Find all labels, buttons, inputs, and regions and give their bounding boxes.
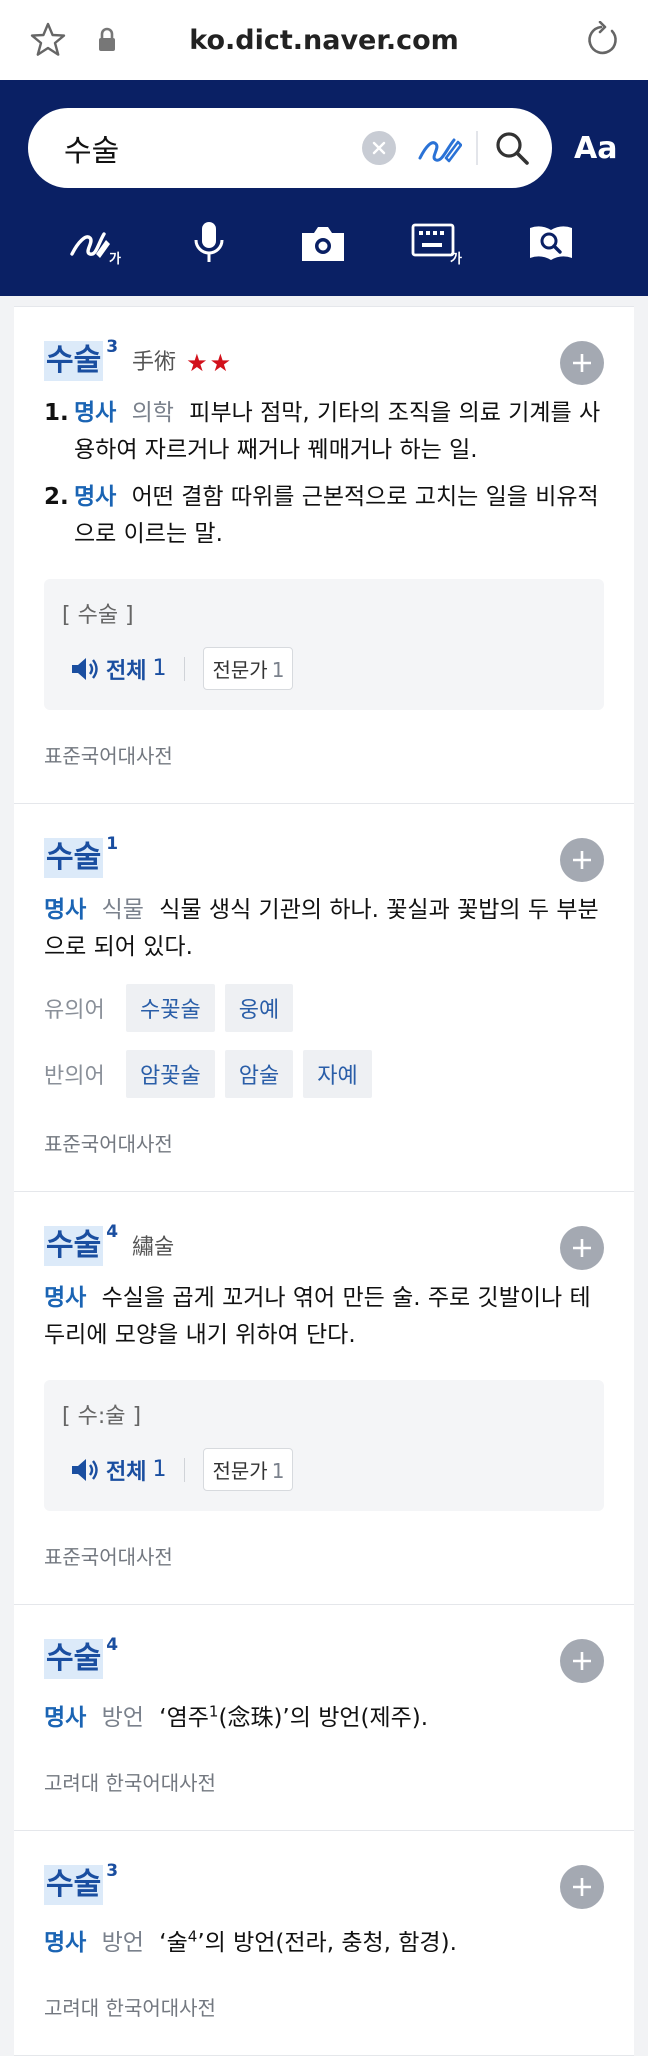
field-label: 식물	[101, 897, 144, 923]
lock-icon	[99, 27, 115, 51]
audio-all-button[interactable]: 전체	[106, 1454, 146, 1486]
handwriting-input-icon[interactable]	[416, 128, 462, 168]
pronunciation-box: [ 수:술 ] 전체 1 전문가 1	[44, 1380, 604, 1511]
definition: 명사 방언 ‘술4’의 방언(전라, 충청, 함경).	[44, 1919, 604, 1963]
definition: 1. 명사 의학 피부나 점막, 기타의 조직을 의료 기계를 사용하여 자르거…	[44, 400, 601, 463]
part-of-speech: 명사	[44, 897, 87, 923]
dictionary-source[interactable]: 고려대 한국어대사전	[44, 1992, 604, 2021]
camera-icon[interactable]	[296, 220, 350, 266]
dictionary-header: 수술 Aa 가 가	[0, 80, 648, 296]
definition-text: ‘염주1(念珠)’의 방언(제주).	[159, 1702, 429, 1731]
speaker-icon[interactable]	[70, 1457, 100, 1483]
headword[interactable]: 수술	[44, 838, 104, 878]
speaker-icon[interactable]	[70, 656, 100, 682]
search-box[interactable]: 수술	[28, 108, 552, 188]
synonym-chip[interactable]: 수꽃술	[126, 984, 215, 1032]
search-divider	[476, 131, 478, 165]
add-to-wordbook-button[interactable]	[560, 1226, 604, 1270]
entry-list: 수술 3 手術 ★★ 1. 명사 의학 피부나 점막, 기타의 조직을 의료 기…	[0, 306, 648, 2056]
plus-icon	[573, 354, 591, 372]
divider	[184, 656, 186, 681]
pronunciation: [ 수술 ]	[62, 603, 134, 628]
antonym-chip[interactable]: 암술	[224, 1050, 294, 1098]
add-to-wordbook-button[interactable]	[560, 1864, 604, 1909]
synonym-row: 유의어 수꽃술 웅예	[44, 984, 604, 1032]
add-to-wordbook-button[interactable]	[560, 838, 604, 882]
dictionary-entry: 수술 4 繡술 명사 수실을 곱게 꼬거나 엮어 만든 술. 주로 깃발이나 테…	[14, 1192, 634, 1605]
antonym-row: 반의어 암꽃술 암술 자예	[44, 1050, 604, 1098]
audio-all-count: 1	[152, 656, 167, 681]
plus-icon	[573, 1239, 591, 1257]
divider	[184, 1457, 186, 1482]
pronunciation-box: [ 수술 ] 전체 1 전문가 1	[44, 579, 604, 710]
field-label: 의학	[131, 400, 174, 426]
font-size-button[interactable]: Aa	[574, 131, 617, 166]
add-to-wordbook-button[interactable]	[560, 341, 604, 385]
dictionary-entry: 수술 3 手術 ★★ 1. 명사 의학 피부나 점막, 기타의 조직을 의료 기…	[14, 306, 634, 804]
homonym-number: 3	[106, 337, 119, 357]
part-of-speech: 명사	[44, 1285, 87, 1311]
definition-text: 어떤 결함 따위를 근본적으로 고치는 일을 비유적으로 이르는 말.	[74, 484, 599, 547]
expert-audio-button[interactable]: 전문가 1	[203, 647, 294, 690]
definition: 명사 식물 식물 생식 기관의 하나. 꽃실과 꽃밥의 두 부분으로 되어 있다…	[44, 892, 604, 966]
field-label: 방언	[101, 1930, 144, 1957]
expert-audio-button[interactable]: 전문가 1	[203, 1448, 294, 1491]
close-icon	[372, 141, 386, 155]
search-input[interactable]: 수술	[64, 126, 362, 170]
part-of-speech: 명사	[74, 400, 117, 426]
keyboard-icon[interactable]: 가	[410, 220, 464, 266]
definition: 명사 수실을 곱게 꼬거나 엮어 만든 술. 주로 깃발이나 테두리에 모양을 …	[44, 1280, 604, 1354]
antonym-label: 반의어	[44, 1064, 105, 1089]
bookmark-star-icon[interactable]	[28, 20, 68, 60]
dictionary-entry: 수술 1 명사 식물 식물 생식 기관의 하나. 꽃실과 꽃밥의 두 부분으로 …	[14, 804, 634, 1192]
pronunciation: [ 수:술 ]	[62, 1404, 142, 1429]
definition: 명사 방언 ‘염주1(念珠)’의 방언(제주).	[44, 1693, 604, 1737]
part-of-speech: 명사	[44, 1930, 87, 1957]
dictionary-source[interactable]: 표준국어대사전	[44, 740, 604, 769]
plus-icon	[573, 851, 591, 869]
book-search-icon[interactable]	[524, 220, 578, 266]
handwriting-icon[interactable]: 가	[68, 220, 122, 266]
dictionary-source[interactable]: 표준국어대사전	[44, 1128, 604, 1157]
definition: 2. 명사 어떤 결함 따위를 근본적으로 고치는 일을 비유적으로 이르는 말…	[44, 484, 599, 547]
homonym-number: 4	[106, 1222, 119, 1242]
field-label: 방언	[101, 1704, 144, 1731]
headword[interactable]: 수술	[44, 341, 104, 381]
audio-all-count: 1	[152, 1457, 167, 1482]
headword[interactable]: 수술	[44, 1226, 104, 1266]
dictionary-entry: 수술 4 명사 방언 ‘염주1(念珠)’의 방언(제주). 고려대 한국어대사전	[14, 1605, 634, 1831]
homonym-number: 3	[106, 1860, 119, 1881]
headword[interactable]: 수술	[44, 1639, 104, 1679]
synonym-label: 유의어	[44, 998, 105, 1023]
audio-all-button[interactable]: 전체	[106, 653, 146, 685]
hanja: 繡술	[132, 1235, 175, 1260]
homonym-number: 4	[106, 1635, 119, 1655]
definition-text: 수실을 곱게 꼬거나 엮어 만든 술. 주로 깃발이나 테두리에 모양을 내기 …	[44, 1285, 591, 1348]
clear-search-button[interactable]	[362, 131, 396, 165]
synonym-chip[interactable]: 웅예	[224, 984, 294, 1032]
homonym-number: 1	[106, 834, 119, 854]
headword[interactable]: 수술	[44, 1864, 104, 1905]
reload-icon[interactable]	[582, 21, 620, 59]
browser-url-bar: ko.dict.naver.com	[0, 0, 648, 80]
part-of-speech: 명사	[44, 1704, 87, 1731]
search-icon[interactable]	[494, 130, 530, 166]
antonym-chip[interactable]: 암꽃술	[126, 1050, 215, 1098]
antonym-chip[interactable]: 자예	[303, 1050, 372, 1098]
part-of-speech: 명사	[74, 484, 117, 510]
dictionary-source[interactable]: 고려대 한국어대사전	[44, 1767, 604, 1796]
hanja: 手術	[132, 350, 177, 375]
svg-text:가: 가	[109, 252, 121, 266]
dictionary-source[interactable]: 표준국어대사전	[44, 1541, 604, 1570]
plus-icon	[573, 1652, 591, 1670]
importance-stars: ★★	[186, 349, 234, 377]
plus-icon	[573, 1877, 591, 1896]
input-tool-row: 가 가	[28, 220, 620, 266]
microphone-icon[interactable]	[182, 220, 236, 266]
add-to-wordbook-button[interactable]	[560, 1639, 604, 1683]
dictionary-entry: 수술 3 명사 방언 ‘술4’의 방언(전라, 충청, 함경). 고려대 한국어…	[14, 1830, 634, 2056]
definition-text: ‘술4’의 방언(전라, 충청, 함경).	[159, 1927, 457, 1957]
svg-text:가: 가	[450, 252, 462, 266]
